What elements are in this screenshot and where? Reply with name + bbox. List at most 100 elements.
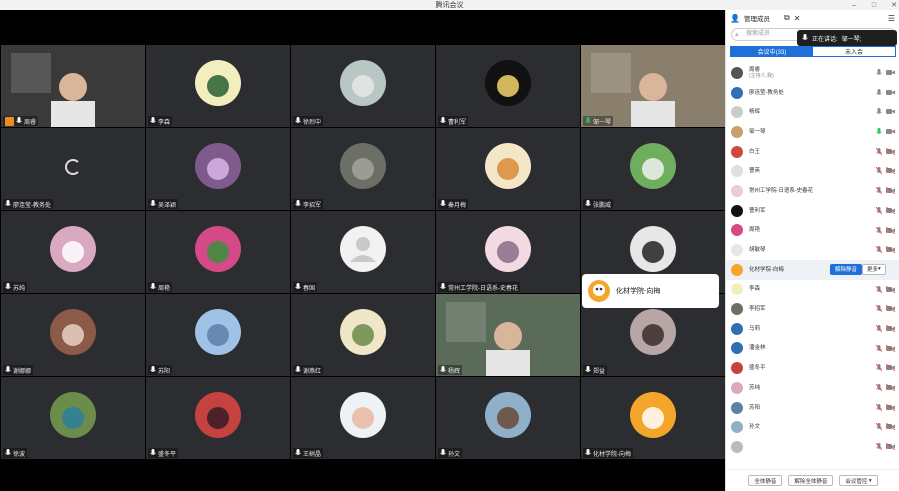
camera-icon[interactable] bbox=[886, 226, 895, 234]
participant-tile[interactable]: 周艳 bbox=[146, 211, 290, 293]
mic-muted-icon[interactable] bbox=[876, 206, 882, 215]
mic-muted-icon[interactable] bbox=[876, 344, 882, 353]
more-button[interactable]: 更多 ▾ bbox=[862, 263, 886, 275]
member-row[interactable] bbox=[726, 437, 899, 457]
participant-tile[interactable]: 杨辉 bbox=[436, 294, 580, 376]
mic-muted-icon[interactable] bbox=[876, 443, 882, 451]
camera-icon[interactable] bbox=[886, 206, 895, 214]
member-row[interactable]: 潘金林 bbox=[726, 339, 899, 359]
member-row[interactable]: 苏纯 bbox=[726, 378, 899, 398]
camera-icon[interactable] bbox=[886, 147, 895, 155]
participant-tile[interactable]: 王树晶 bbox=[291, 377, 435, 459]
participant-tile[interactable]: 徐烈中 bbox=[291, 45, 435, 127]
member-row[interactable]: 白王 bbox=[726, 142, 899, 162]
member-row[interactable]: 杨辉 bbox=[726, 102, 899, 122]
mic-muted-icon[interactable] bbox=[876, 226, 882, 235]
mic-icon[interactable] bbox=[876, 108, 882, 116]
mic-icon[interactable] bbox=[876, 88, 882, 97]
mute-all-button[interactable]: 全体静音 bbox=[748, 475, 783, 486]
participant-tile[interactable]: 李招军 bbox=[291, 128, 435, 210]
mic-muted-icon[interactable] bbox=[876, 285, 882, 294]
member-row[interactable]: 李森 bbox=[726, 280, 899, 300]
panel-header: 👤 管理成员 ⧉ ✕ ☰ bbox=[726, 10, 899, 26]
camera-icon[interactable] bbox=[886, 246, 895, 254]
camera-icon[interactable] bbox=[886, 285, 895, 293]
mic-icon[interactable] bbox=[876, 69, 882, 77]
participant-tile[interactable]: 张鹏威 bbox=[581, 128, 725, 210]
camera-icon[interactable] bbox=[886, 305, 895, 313]
member-row[interactable]: 周艳 bbox=[726, 221, 899, 241]
camera-icon[interactable] bbox=[886, 364, 895, 372]
tab-not-joined[interactable]: 未入会 bbox=[813, 47, 895, 56]
member-row[interactable]: 马莉 bbox=[726, 319, 899, 339]
participant-tile[interactable]: 李森 bbox=[146, 45, 290, 127]
maximize-icon[interactable]: □ bbox=[871, 2, 877, 9]
member-row[interactable]: 化材学院-向梅 解除静音 更多 ▾ bbox=[726, 259, 899, 280]
camera-icon[interactable] bbox=[886, 89, 895, 96]
participant-avatar bbox=[340, 309, 386, 355]
camera-icon[interactable] bbox=[886, 69, 895, 76]
member-row[interactable]: 苏阳 bbox=[726, 398, 899, 418]
participant-tile[interactable]: 吴泽颖 bbox=[146, 128, 290, 210]
mic-muted-icon[interactable] bbox=[876, 423, 882, 431]
camera-icon[interactable] bbox=[886, 344, 895, 352]
participant-popup[interactable]: 化材学院-向梅 bbox=[582, 274, 719, 308]
camera-icon[interactable] bbox=[886, 108, 895, 115]
camera-icon[interactable] bbox=[886, 167, 895, 175]
close-icon[interactable]: ✕ bbox=[891, 1, 897, 9]
participant-tile[interactable]: 苏纯 bbox=[1, 211, 145, 293]
member-row[interactable]: 李招军 bbox=[726, 299, 899, 319]
participant-tile[interactable]: 孙文 bbox=[436, 377, 580, 459]
participant-tile[interactable]: 常州工学院-日语系-史春花 bbox=[436, 211, 580, 293]
member-row[interactable]: 廖连莹-教务处 bbox=[726, 83, 899, 103]
popout-icon[interactable]: ⧉ bbox=[784, 13, 790, 23]
camera-icon[interactable] bbox=[886, 384, 895, 391]
member-row[interactable]: 胡敏琴 bbox=[726, 240, 899, 260]
participant-tile[interactable]: 化材学院-向梅 bbox=[581, 377, 725, 459]
mic-muted-icon[interactable] bbox=[876, 167, 882, 175]
participant-tile[interactable]: 谢娜娜 bbox=[1, 294, 145, 376]
member-row[interactable]: 曹利军 bbox=[726, 201, 899, 221]
participant-tile[interactable]: 廖连莹-教务处 bbox=[1, 128, 145, 210]
unmute-all-button[interactable]: 解除全体静音 bbox=[788, 475, 834, 486]
menu-icon[interactable]: ☰ bbox=[888, 14, 895, 23]
participant-tile[interactable]: 秦月梅 bbox=[436, 128, 580, 210]
mic-icon[interactable] bbox=[876, 128, 882, 136]
unmute-member-button[interactable]: 解除静音 bbox=[830, 263, 863, 275]
mic-muted-icon[interactable] bbox=[876, 384, 882, 392]
mic-muted-icon[interactable] bbox=[876, 246, 882, 254]
mic-muted-icon[interactable] bbox=[876, 324, 882, 333]
member-row[interactable]: 周睿 (主持人,我) bbox=[726, 63, 899, 83]
member-name: 李招军 bbox=[749, 306, 766, 312]
tab-in-meeting[interactable]: 会议中(33) bbox=[731, 47, 813, 56]
camera-icon[interactable] bbox=[886, 403, 895, 411]
member-row[interactable]: 曹英 bbox=[726, 161, 899, 181]
member-row[interactable]: 邹一琴 bbox=[726, 122, 899, 142]
member-name-text: 马莉 bbox=[749, 325, 761, 332]
camera-icon[interactable] bbox=[886, 324, 895, 332]
member-row[interactable]: 常州工学院-日语系-史春花 bbox=[726, 181, 899, 201]
mic-muted-icon[interactable] bbox=[876, 147, 882, 156]
participant-tile[interactable]: 周睿 bbox=[1, 45, 145, 127]
participant-tile[interactable]: 苏阳 bbox=[146, 294, 290, 376]
participant-tile[interactable]: 曹利军 bbox=[436, 45, 580, 127]
participant-tile[interactable]: 邹一琴 bbox=[581, 45, 725, 127]
mic-muted-icon[interactable] bbox=[876, 403, 882, 412]
mic-icon bbox=[150, 449, 156, 455]
meeting-control-button[interactable]: 会议管控 ▾ bbox=[839, 475, 878, 486]
camera-icon[interactable] bbox=[886, 443, 895, 451]
member-row[interactable]: 孙文 bbox=[726, 417, 899, 437]
minimize-icon[interactable]: – bbox=[851, 2, 857, 9]
participant-tile[interactable]: 盛冬平 bbox=[146, 377, 290, 459]
mic-muted-icon[interactable] bbox=[876, 364, 882, 372]
participant-tile[interactable]: 春国 bbox=[291, 211, 435, 293]
camera-icon[interactable] bbox=[886, 423, 895, 431]
participant-tile[interactable]: 徐波 bbox=[1, 377, 145, 459]
participant-tile[interactable]: 谢燕红 bbox=[291, 294, 435, 376]
camera-icon[interactable] bbox=[886, 128, 895, 135]
member-row[interactable]: 盛冬平 bbox=[726, 358, 899, 378]
mic-muted-icon[interactable] bbox=[876, 305, 882, 313]
close-panel-icon[interactable]: ✕ bbox=[794, 14, 801, 23]
camera-icon[interactable] bbox=[886, 187, 895, 195]
mic-muted-icon[interactable] bbox=[876, 187, 882, 195]
